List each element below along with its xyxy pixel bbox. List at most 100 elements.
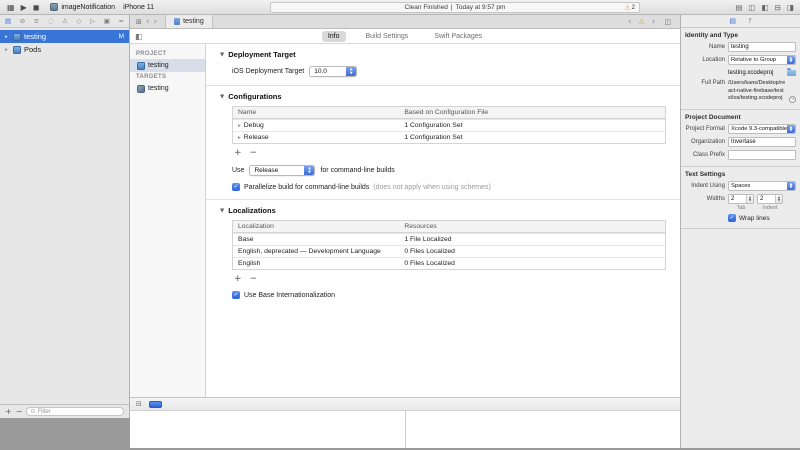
project-info-content: ▼ Deployment Target iOS Deployment Targe… xyxy=(206,44,680,397)
location-popup[interactable]: Relative to Group ▲ ▼ xyxy=(728,55,796,65)
remove-localization-button[interactable]: − xyxy=(250,274,258,284)
toggle-project-sidebar-icon[interactable]: ◧ xyxy=(135,29,143,44)
disclosure-icon[interactable]: ▼ xyxy=(220,94,224,100)
console-view[interactable] xyxy=(405,411,681,448)
navigator-item-label: testing xyxy=(24,32,46,41)
console-view-toggle[interactable] xyxy=(149,401,162,408)
section-deployment-target: ▼ Deployment Target iOS Deployment Targe… xyxy=(206,44,680,85)
library-icon[interactable]: ▦ xyxy=(7,0,15,15)
table-add-remove-controls: + − xyxy=(232,274,666,284)
name-field[interactable]: testing xyxy=(728,42,796,52)
configuration-based-on: 1 Configuration Set xyxy=(399,134,665,141)
warning-badge[interactable]: ⚠ 2 xyxy=(624,3,635,12)
section-header[interactable]: ▼ Localizations xyxy=(220,206,666,215)
base-internationalization-checkbox[interactable]: ✓ xyxy=(232,291,240,299)
disclosure-icon[interactable]: ▸ xyxy=(238,123,241,129)
device-selector[interactable]: iPhone 11 xyxy=(123,4,154,11)
editor-only-icon[interactable]: ▤ xyxy=(735,0,742,15)
add-localization-button[interactable]: + xyxy=(234,274,242,284)
go-back-icon[interactable]: ‹ xyxy=(146,16,150,28)
organization-field[interactable]: Invertase xyxy=(728,137,796,147)
popup-chevrons-icon: ▲ ▼ xyxy=(787,182,795,190)
tab-build-settings[interactable]: Build Settings xyxy=(360,31,415,42)
go-forward-icon[interactable]: › xyxy=(153,16,157,28)
disclosure-icon[interactable]: ▼ xyxy=(220,208,224,214)
tab-swift-packages[interactable]: Swift Packages xyxy=(428,31,488,42)
widths-label: Widths xyxy=(685,196,725,202)
disclosure-icon[interactable]: ▸ xyxy=(5,34,10,40)
variables-view[interactable] xyxy=(130,411,405,448)
file-inspector-tab-icon[interactable]: ▤ xyxy=(729,17,736,25)
localization-resources: 1 File Localized xyxy=(399,236,665,243)
navigator-item-pods[interactable]: ▸ Pods xyxy=(0,43,129,56)
tab-width-stepper[interactable]: 2 ▲ ▼ xyxy=(728,194,754,204)
issue-warning-icon[interactable]: ⚠ xyxy=(638,17,644,27)
add-item-button[interactable]: + xyxy=(5,405,12,419)
editor-tab-testing[interactable]: testing xyxy=(165,15,213,28)
stop-button[interactable]: ◼ xyxy=(33,0,40,15)
run-button[interactable]: ▶ xyxy=(21,0,27,15)
navigator-filter-input[interactable]: ⊙ Filter xyxy=(26,407,124,416)
related-items-icon[interactable]: ⊞ xyxy=(136,18,142,26)
report-navigator-icon[interactable]: ≈ xyxy=(118,15,123,28)
debug-navigator-icon[interactable]: ▷ xyxy=(90,15,95,28)
remove-item-button[interactable]: − xyxy=(16,405,23,419)
folder-icon[interactable] xyxy=(787,70,796,76)
navigator-item-testing[interactable]: ▸ testing M xyxy=(0,30,129,43)
previous-issue-icon[interactable]: ‹ xyxy=(628,16,632,28)
breakpoint-navigator-icon[interactable]: ▣ xyxy=(104,15,110,28)
section-header[interactable]: ▼ Configurations xyxy=(220,92,666,101)
toggle-debug-area-icon[interactable]: ⊟ xyxy=(775,0,781,15)
popup-chevrons-icon: ▲ ▼ xyxy=(346,67,356,76)
popup-chevrons-icon: ▲ ▼ xyxy=(787,56,795,64)
find-navigator-icon[interactable]: ◌ xyxy=(48,15,54,28)
symbol-navigator-icon[interactable]: ≡ xyxy=(34,15,39,28)
test-navigator-icon[interactable]: ◇ xyxy=(77,15,82,28)
class-prefix-field[interactable] xyxy=(728,150,796,160)
targets-header: TARGETS xyxy=(130,72,205,82)
use-label: Use xyxy=(232,167,244,174)
table-row[interactable]: English, deprecated — Development Langua… xyxy=(233,245,665,257)
indent-width-stepper[interactable]: 2 ▲ ▼ xyxy=(757,194,783,204)
sidebar-item-project-testing[interactable]: testing xyxy=(130,59,205,72)
hide-debug-area-icon[interactable]: ⊟ xyxy=(136,400,142,408)
source-control-navigator-icon[interactable]: ⊘ xyxy=(20,15,25,28)
toggle-navigator-icon[interactable]: ◧ xyxy=(762,0,769,15)
next-issue-icon[interactable]: › xyxy=(652,16,656,28)
table-row[interactable]: Base 1 File Localized xyxy=(233,233,665,245)
stepper-down-icon[interactable]: ▼ xyxy=(778,199,780,202)
section-header[interactable]: ▼ Deployment Target xyxy=(220,50,666,59)
tab-info[interactable]: Info xyxy=(322,31,346,42)
wrap-lines-checkbox[interactable]: ✓ xyxy=(728,214,736,222)
scheme-app-icon xyxy=(50,3,58,11)
status-secondary: Today at 9:57 pm xyxy=(456,4,506,11)
deployment-target-popup[interactable]: 10.0 ▲ ▼ xyxy=(309,66,357,77)
parallelize-checkbox[interactable]: ✓ xyxy=(232,183,240,191)
stepper-arrows-icon[interactable]: ▲ ▼ xyxy=(775,195,782,203)
add-editor-icon[interactable]: ◫ xyxy=(664,18,671,26)
project-navigator-icon[interactable]: ▤ xyxy=(5,15,11,28)
table-row[interactable]: ▸ Release 1 Configuration Set xyxy=(233,131,665,143)
disclosure-icon[interactable]: ▼ xyxy=(220,52,224,58)
project-file-icon xyxy=(13,33,21,41)
table-row[interactable]: English 0 Files Localized xyxy=(233,257,665,269)
command-line-configuration-popup[interactable]: Release ▲ ▼ xyxy=(249,165,315,176)
remove-configuration-button[interactable]: − xyxy=(250,148,258,158)
disclosure-icon[interactable]: ▸ xyxy=(238,135,241,141)
project-format-popup[interactable]: Xcode 9.3-compatible ▲ ▼ xyxy=(728,124,796,134)
reveal-in-finder-icon[interactable]: → xyxy=(789,96,796,103)
issue-navigator-icon[interactable]: ⚠ xyxy=(62,15,68,28)
indent-using-popup[interactable]: Spaces ▲ ▼ xyxy=(728,181,796,191)
add-configuration-button[interactable]: + xyxy=(234,148,242,158)
quick-help-tab-icon[interactable]: ? xyxy=(748,17,752,25)
stepper-down-icon[interactable]: ▼ xyxy=(749,199,751,202)
sidebar-item-target-testing[interactable]: testing xyxy=(130,82,205,95)
disclosure-icon[interactable]: ▸ xyxy=(5,47,10,53)
stepper-arrows-icon[interactable]: ▲ ▼ xyxy=(746,195,753,203)
toggle-inspector-icon[interactable]: ◨ xyxy=(787,0,794,15)
scheme-selector[interactable]: imageNotification xyxy=(61,4,115,11)
table-row[interactable]: ▸ Debug 1 Configuration Set xyxy=(233,119,665,131)
configuration-name: Debug xyxy=(244,122,264,129)
warning-count: 2 xyxy=(632,5,635,11)
editor-split-icon[interactable]: ◫ xyxy=(748,0,755,15)
